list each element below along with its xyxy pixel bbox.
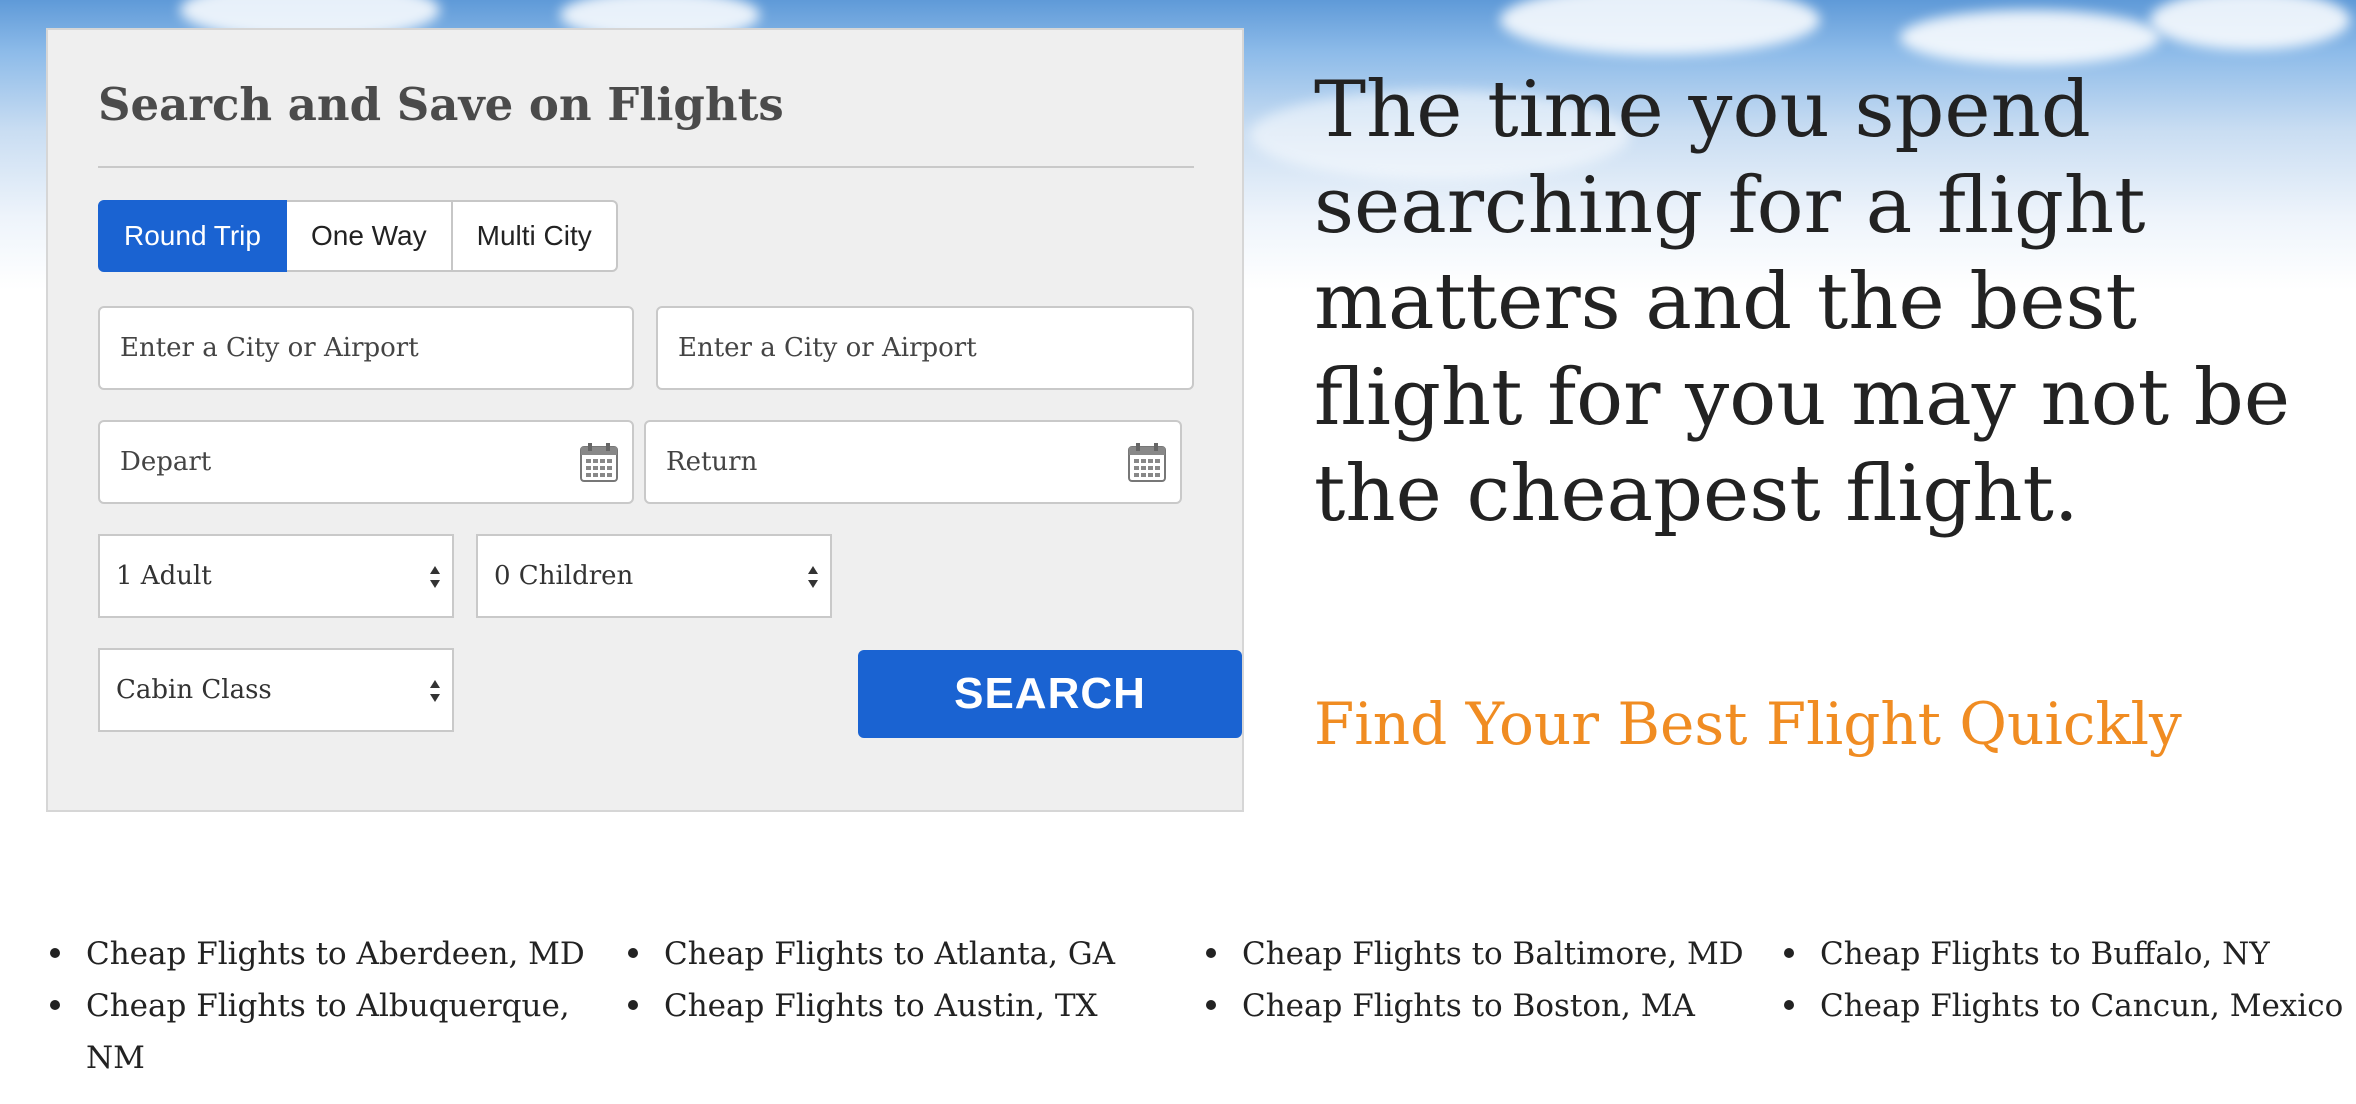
subhead: Find Your Best Flight Quickly <box>1314 690 2182 758</box>
links-column-2: Cheap Flights to Atlanta, GA Cheap Fligh… <box>624 928 1184 1032</box>
select-arrows-icon <box>430 566 440 588</box>
destination-link[interactable]: Cheap Flights to Cancun, Mexico <box>1780 980 2356 1032</box>
tab-one-way[interactable]: One Way <box>286 200 453 272</box>
to-city-placeholder: Enter a City or Airport <box>678 333 977 363</box>
select-arrows-icon <box>430 680 440 702</box>
from-city-input[interactable]: Enter a City or Airport <box>98 306 634 390</box>
cabin-class-select[interactable]: Cabin Class <box>98 648 454 732</box>
trip-type-tabs: Round Trip One Way Multi City <box>98 200 618 276</box>
destination-link[interactable]: Cheap Flights to Albuquerque, NM <box>46 980 586 1084</box>
destination-link[interactable]: Cheap Flights to Baltimore, MD <box>1202 928 1762 980</box>
adults-select[interactable]: 1 Adult <box>98 534 454 618</box>
destination-link[interactable]: Cheap Flights to Boston, MA <box>1202 980 1762 1032</box>
select-arrows-icon <box>808 566 818 588</box>
calendar-icon[interactable] <box>1128 442 1166 482</box>
headline: The time you spend searching for a fligh… <box>1314 65 2290 539</box>
to-city-input[interactable]: Enter a City or Airport <box>656 306 1194 390</box>
divider <box>98 166 1194 168</box>
children-select[interactable]: 0 Children <box>476 534 832 618</box>
depart-placeholder: Depart <box>120 447 212 477</box>
destination-link[interactable]: Cheap Flights to Buffalo, NY <box>1780 928 2356 980</box>
panel-title: Search and Save on Flights <box>98 78 784 131</box>
links-column-1: Cheap Flights to Aberdeen, MD Cheap Flig… <box>46 928 586 1084</box>
return-date-input[interactable]: Return <box>644 420 1182 504</box>
destination-link[interactable]: Cheap Flights to Austin, TX <box>624 980 1184 1032</box>
from-city-placeholder: Enter a City or Airport <box>120 333 419 363</box>
cabin-class-value: Cabin Class <box>116 675 272 705</box>
links-column-4: Cheap Flights to Buffalo, NY Cheap Fligh… <box>1780 928 2356 1032</box>
destination-link[interactable]: Cheap Flights to Aberdeen, MD <box>46 928 586 980</box>
calendar-icon[interactable] <box>580 442 618 482</box>
links-column-3: Cheap Flights to Baltimore, MD Cheap Fli… <box>1202 928 1762 1032</box>
children-value: 0 Children <box>494 561 634 591</box>
tab-multi-city[interactable]: Multi City <box>452 200 618 272</box>
adults-value: 1 Adult <box>116 561 212 591</box>
flight-search-panel: Search and Save on Flights Round Trip On… <box>46 28 1244 812</box>
depart-date-input[interactable]: Depart <box>98 420 634 504</box>
tab-round-trip[interactable]: Round Trip <box>98 200 287 272</box>
return-placeholder: Return <box>666 447 758 477</box>
search-button[interactable]: SEARCH <box>858 650 1242 738</box>
destination-link[interactable]: Cheap Flights to Atlanta, GA <box>624 928 1184 980</box>
